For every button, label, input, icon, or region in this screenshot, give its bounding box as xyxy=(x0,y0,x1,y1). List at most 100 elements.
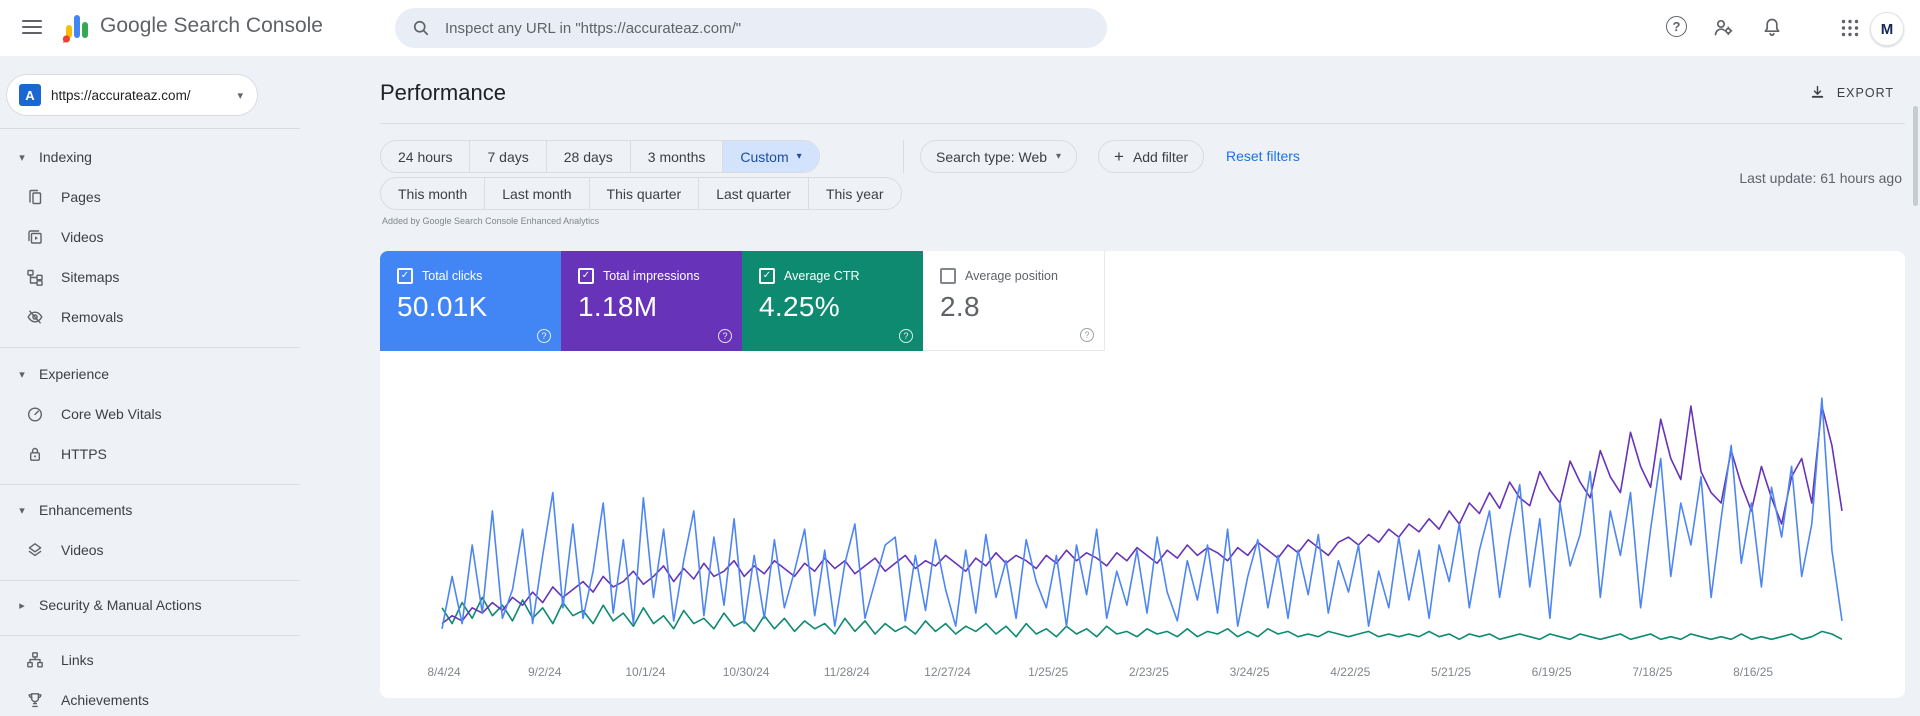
nav-label: Sitemaps xyxy=(61,269,120,285)
last-update-text: Last update: 61 hours ago xyxy=(1739,170,1902,186)
chip-7-days[interactable]: 7 days xyxy=(469,141,545,172)
sidebar-item-videos-enhancements[interactable]: Videos xyxy=(0,530,300,570)
chart-series-clicks xyxy=(441,397,1843,629)
google-apps-grid-icon[interactable] xyxy=(1838,16,1862,40)
section-label: Security & Manual Actions xyxy=(39,597,202,613)
sidebar-item-https[interactable]: HTTPS xyxy=(0,434,300,474)
chip-last-quarter[interactable]: Last quarter xyxy=(698,178,808,209)
caret-down-icon: ▾ xyxy=(19,151,25,164)
x-axis-tick: 6/19/25 xyxy=(1531,665,1572,679)
trophy-icon xyxy=(28,693,42,708)
checkbox-checked-icon[interactable]: ✓ xyxy=(759,268,775,284)
x-axis-tick: 7/18/25 xyxy=(1632,665,1673,679)
checkbox-unchecked-icon[interactable] xyxy=(940,268,956,284)
x-axis-tick: 9/2/24 xyxy=(528,665,562,679)
search-type-chip[interactable]: Search type: Web ▾ xyxy=(920,140,1078,173)
x-axis-tick: 12/27/24 xyxy=(924,665,971,679)
filter-divider xyxy=(903,140,904,173)
property-selector[interactable]: A https://accurateaz.com/ ▾ xyxy=(6,74,258,116)
top-app-bar: Google Search Console ? M xyxy=(0,0,1920,56)
sidebar-item-links[interactable]: Links xyxy=(0,640,300,680)
chip-this-month[interactable]: This month xyxy=(381,178,484,209)
chip-this-year[interactable]: This year xyxy=(807,178,901,209)
url-inspection-searchbar[interactable] xyxy=(395,8,1107,48)
x-axis-tick: 10/1/24 xyxy=(625,665,666,679)
chart-series-ctr xyxy=(441,596,1843,641)
sidebar-item-removals[interactable]: Removals xyxy=(0,297,300,337)
metric-label: Total clicks xyxy=(422,269,483,283)
date-preset-chip-group: This month Last month This quarter Last … xyxy=(380,177,902,210)
help-icon[interactable]: ? xyxy=(899,329,913,343)
enhanced-analytics-note: Added by Google Search Console Enhanced … xyxy=(382,216,600,226)
nav-label: Pages xyxy=(61,189,101,205)
reset-filters-link[interactable]: Reset filters xyxy=(1226,148,1300,164)
section-label: Indexing xyxy=(39,149,92,165)
caret-down-icon: ▾ xyxy=(19,368,25,381)
sitemaps-icon xyxy=(27,269,43,286)
metric-label: Average position xyxy=(965,269,1058,283)
x-axis-tick: 3/24/25 xyxy=(1229,665,1270,679)
x-axis-tick: 1/25/25 xyxy=(1028,665,1069,679)
chip-24-hours[interactable]: 24 hours xyxy=(381,141,469,172)
help-icon[interactable]: ? xyxy=(1080,328,1094,342)
metric-card-total-impressions[interactable]: ✓ Total impressions 1.18M ? xyxy=(561,251,742,351)
metric-value: 1.18M xyxy=(578,291,658,322)
sidebar-item-pages[interactable]: Pages xyxy=(0,177,300,217)
x-axis-tick: 5/21/25 xyxy=(1430,665,1472,679)
property-url: https://accurateaz.com/ xyxy=(51,87,191,103)
chip-custom[interactable]: Custom ▾ xyxy=(722,141,819,172)
sidebar-item-videos-indexing[interactable]: Videos xyxy=(0,217,300,257)
metric-card-average-position[interactable]: Average position 2.8 ? xyxy=(923,251,1105,351)
speedometer-icon xyxy=(27,407,43,422)
layers-icon xyxy=(28,543,42,557)
chip-28-days[interactable]: 28 days xyxy=(545,141,630,172)
url-inspection-input[interactable] xyxy=(443,18,1091,38)
performance-line-chart[interactable] xyxy=(440,381,1850,659)
add-filter-chip[interactable]: + Add filter xyxy=(1098,140,1205,173)
section-label: Enhancements xyxy=(39,502,133,518)
sidebar-item-sitemaps[interactable]: Sitemaps xyxy=(0,257,300,297)
sidebar-section-indexing[interactable]: ▾ Indexing xyxy=(0,137,300,177)
notifications-bell-icon[interactable] xyxy=(1760,16,1784,40)
chevron-down-icon: ▾ xyxy=(796,151,802,162)
sidebar-divider xyxy=(0,635,300,636)
sidebar-section-enhancements[interactable]: ▾ Enhancements xyxy=(0,490,300,530)
product-name: Google Search Console xyxy=(100,14,323,37)
help-icon[interactable]: ? xyxy=(718,329,732,343)
user-settings-icon[interactable] xyxy=(1712,16,1736,40)
chip-last-month[interactable]: Last month xyxy=(484,178,588,209)
header-divider xyxy=(380,123,1905,124)
chip-this-quarter[interactable]: This quarter xyxy=(588,178,699,209)
x-axis-labels: 8/4/24 9/2/24 10/1/24 10/30/24 11/28/24 12/27… xyxy=(427,665,1850,681)
metric-card-total-clicks[interactable]: ✓ Total clicks 50.01K ? xyxy=(380,251,561,351)
export-button[interactable]: EXPORT xyxy=(1802,82,1900,103)
chevron-down-icon: ▾ xyxy=(1056,151,1062,162)
lock-icon xyxy=(29,447,41,461)
hamburger-menu-icon[interactable] xyxy=(20,16,44,40)
help-icon[interactable]: ? xyxy=(1666,16,1690,40)
x-axis-tick: 8/4/24 xyxy=(427,665,461,679)
metric-card-average-ctr[interactable]: ✓ Average CTR 4.25% ? xyxy=(742,251,923,351)
sidebar-item-core-web-vitals[interactable]: Core Web Vitals xyxy=(0,394,300,434)
vertical-scrollbar[interactable] xyxy=(1913,106,1918,206)
sidebar-nav: A https://accurateaz.com/ ▾ ▾ Indexing P… xyxy=(0,56,300,716)
caret-down-icon: ▾ xyxy=(19,504,25,517)
sidebar-divider xyxy=(0,347,300,348)
section-label: Experience xyxy=(39,366,110,382)
chip-3-months[interactable]: 3 months xyxy=(629,141,723,172)
nav-label: Core Web Vitals xyxy=(61,406,162,422)
sidebar-divider xyxy=(0,484,300,485)
sidebar-section-experience[interactable]: ▾ Experience xyxy=(0,354,300,394)
video-pages-icon xyxy=(28,230,42,244)
caret-right-icon: ▸ xyxy=(19,599,25,612)
account-avatar[interactable]: M xyxy=(1870,12,1904,46)
performance-panel: ✓ Total clicks 50.01K ? ✓ Total impressi… xyxy=(380,251,1905,698)
sidebar-item-achievements[interactable]: Achievements xyxy=(0,680,300,716)
checkbox-checked-icon[interactable]: ✓ xyxy=(397,268,413,284)
checkbox-checked-icon[interactable]: ✓ xyxy=(578,268,594,284)
eye-off-icon xyxy=(27,310,43,324)
sidebar-section-security-manual-actions[interactable]: ▸ Security & Manual Actions xyxy=(0,585,300,625)
search-console-logo-icon xyxy=(62,15,88,43)
x-axis-tick: 8/16/25 xyxy=(1733,665,1774,679)
help-icon[interactable]: ? xyxy=(537,329,551,343)
